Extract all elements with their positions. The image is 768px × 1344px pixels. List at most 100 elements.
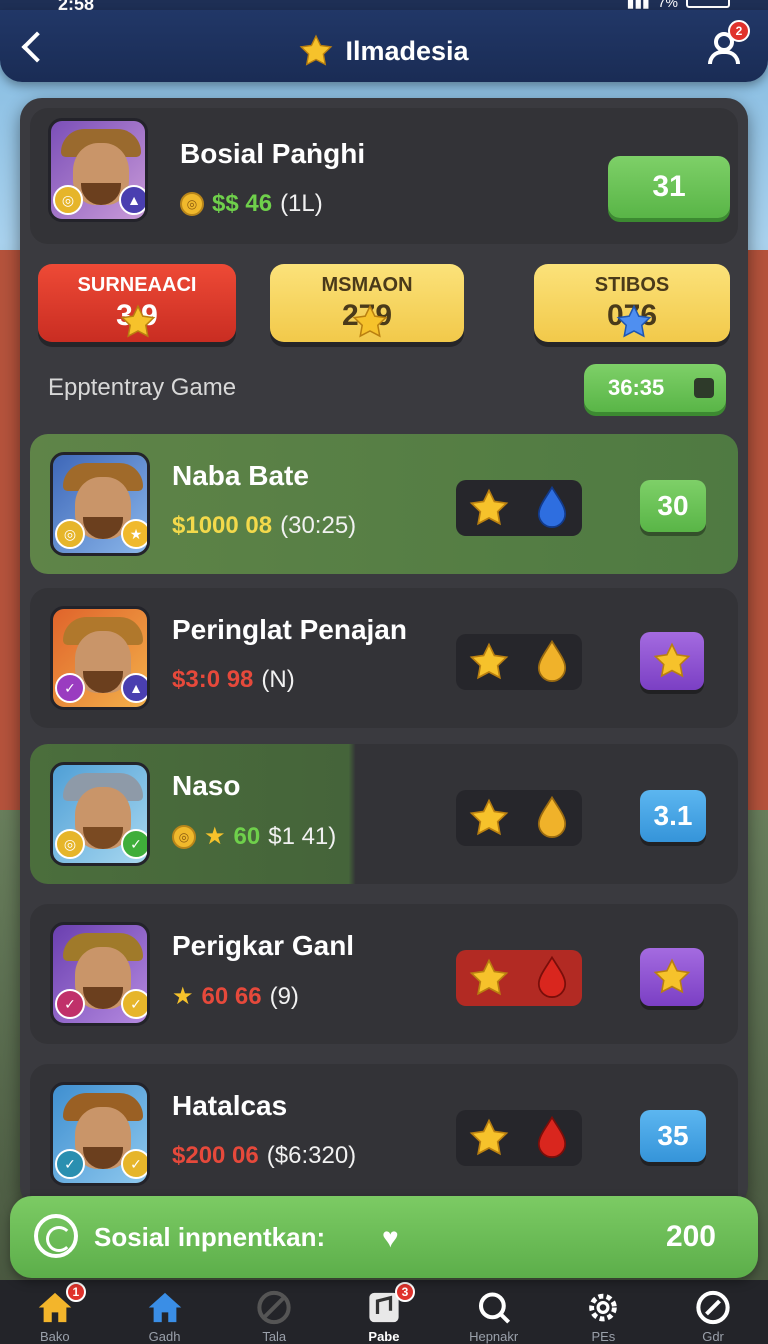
- star-icon: [352, 304, 388, 338]
- red-gem-icon: [537, 956, 566, 998]
- star-icon: [469, 1118, 508, 1156]
- user-score-button[interactable]: 31: [608, 156, 730, 218]
- nav-item-hepnakr[interactable]: Hepnakr: [449, 1288, 539, 1344]
- nav-label: Pabe: [368, 1329, 400, 1344]
- rank-badge-icon: ▲: [121, 673, 147, 703]
- row-name: Peringlat Penajan: [172, 614, 407, 645]
- event-timer-button[interactable]: 36:35: [584, 364, 726, 412]
- row-action-button[interactable]: [640, 632, 704, 690]
- user-card: ◎ ▲ Bosial Paṅghi ◎ $$ 46 (1L) 31: [30, 108, 738, 244]
- star-icon: [653, 958, 691, 994]
- user-money: $$ 46: [212, 190, 273, 217]
- player-avatar: ◎ ★: [50, 452, 150, 556]
- star-icon: ★: [204, 823, 226, 850]
- nav-item-gadh[interactable]: Gadh: [120, 1288, 210, 1344]
- main-panel: ◎ ▲ Bosial Paṅghi ◎ $$ 46 (1L) 31 SURNEA…: [20, 98, 748, 1208]
- notification-badge: 2: [728, 20, 750, 42]
- row-detail: (30:25): [280, 512, 357, 539]
- page-title: Ilmadesia: [345, 35, 469, 66]
- battery-icon: [686, 0, 730, 8]
- star-icon: [469, 958, 508, 996]
- reward-pill: [456, 634, 582, 690]
- user-stats: ◎ $$ 46 (1L): [180, 190, 323, 218]
- list-item[interactable]: ✓ ✓ Perigkar Ganl ★ 60 66 (9): [30, 904, 738, 1044]
- row-name: Hatalcas: [172, 1090, 288, 1121]
- nav-item-gdr[interactable]: Gdr: [668, 1288, 758, 1344]
- search-icon: [478, 1292, 510, 1324]
- row-action-button[interactable]: 3.1: [640, 790, 706, 842]
- check-badge-icon: ✓: [55, 989, 85, 1019]
- row-action-button[interactable]: 30: [640, 480, 706, 532]
- user-name: Bosial Paṅghi: [180, 138, 366, 169]
- star-icon: ★: [172, 983, 194, 1010]
- event-timer: 36:35: [608, 375, 665, 400]
- coin-icon: ◎: [180, 192, 204, 216]
- player-avatar: ✓ ✓: [50, 1082, 150, 1186]
- reward-pill: [456, 1110, 582, 1166]
- back-button[interactable]: [20, 30, 48, 64]
- row-amount: $1000 08: [172, 512, 273, 539]
- edit-icon: [694, 378, 714, 398]
- user-extra: (1L): [280, 190, 323, 217]
- app-header: Ilmadesia 2: [0, 10, 768, 82]
- nav-badge: 1: [65, 1282, 86, 1302]
- list-item[interactable]: ✓ ✓ Hatalcas $200 06 ($6:320) 35: [30, 1064, 738, 1208]
- nav-item-home[interactable]: 1 Bako: [10, 1282, 100, 1344]
- nav-label: PEs: [591, 1329, 616, 1344]
- event-label: Epptentray Game: [48, 374, 237, 401]
- profile-button[interactable]: 2: [706, 20, 750, 66]
- row-name: Naba Bate: [172, 460, 309, 491]
- nav-item-pabe[interactable]: 3 Pabe: [339, 1282, 429, 1344]
- coin-badge-icon: ◎: [55, 829, 85, 859]
- check-badge-icon: ✓: [121, 829, 147, 859]
- row-name: Naso: [172, 770, 241, 801]
- bottom-nav: 1 Bako Gadh Tala 3 Pabe Hepnakr PEs Gdr: [0, 1280, 768, 1344]
- star-icon: [120, 304, 156, 338]
- refresh-icon: [34, 1214, 78, 1258]
- list-item[interactable]: ◎ ★ Naba Bate $1000 08 (30:25) 30: [30, 434, 738, 574]
- check-badge-icon: ✓: [121, 989, 147, 1019]
- check-badge-icon: ✓: [55, 673, 85, 703]
- row-detail: $1 41): [268, 822, 337, 850]
- rank-badge-icon: ▲: [119, 185, 145, 215]
- nav-item-pes[interactable]: PEs: [558, 1288, 648, 1344]
- player-avatar: ✓ ✓: [50, 922, 150, 1026]
- row-detail: (9): [269, 982, 299, 1010]
- row-amount: $200 06: [172, 1142, 259, 1169]
- list-item[interactable]: ◎ ✓ Naso ◎ ★ 60 $1 41) 3.1: [30, 744, 738, 884]
- player-avatar: ◎ ✓: [50, 762, 150, 866]
- stat-label: MSMAON: [321, 273, 413, 296]
- nav-item-tala[interactable]: Tala: [229, 1288, 319, 1344]
- star-icon: [469, 488, 508, 526]
- list-item[interactable]: ✓ ▲ Peringlat Penajan $3:0 98 (N): [30, 588, 738, 728]
- row-amount: 60: [233, 822, 261, 850]
- heart-icon: ♥: [382, 1222, 399, 1253]
- player-avatar: ✓ ▲: [50, 606, 150, 710]
- red-gem-icon: [537, 1116, 566, 1158]
- stat-label: SURNEAACI: [77, 273, 197, 296]
- stat-label: STIBOS: [594, 273, 670, 296]
- blue-gem-icon: [537, 486, 566, 528]
- user-avatar[interactable]: ◎ ▲: [48, 118, 148, 222]
- star-icon: [469, 642, 508, 680]
- reward-pill: [456, 950, 582, 1006]
- banner-value: 200: [665, 1220, 716, 1253]
- row-detail: ($6:320): [266, 1142, 357, 1169]
- coin-badge-icon: ◎: [53, 185, 83, 215]
- bottom-banner[interactable]: Sosial inpnentkan: ♥ 200: [10, 1196, 758, 1278]
- nav-label: Hepnakr: [469, 1329, 519, 1344]
- reward-pill: [456, 480, 582, 536]
- slash-circle-icon: [696, 1290, 730, 1325]
- nav-label: Gdr: [702, 1329, 724, 1344]
- home-icon: [148, 1292, 181, 1323]
- banner-text: Sosial inpnentkan:: [94, 1222, 326, 1252]
- row-detail: (N): [261, 666, 295, 693]
- nav-label: Tala: [262, 1329, 287, 1344]
- coin-icon: ◎: [172, 824, 196, 849]
- gold-gem-icon: [537, 640, 566, 682]
- row-action-button[interactable]: [640, 948, 704, 1006]
- star-icon: [469, 798, 508, 836]
- row-action-button[interactable]: 35: [640, 1110, 706, 1162]
- nav-label: Bako: [40, 1329, 70, 1344]
- nav-badge: 3: [394, 1282, 415, 1302]
